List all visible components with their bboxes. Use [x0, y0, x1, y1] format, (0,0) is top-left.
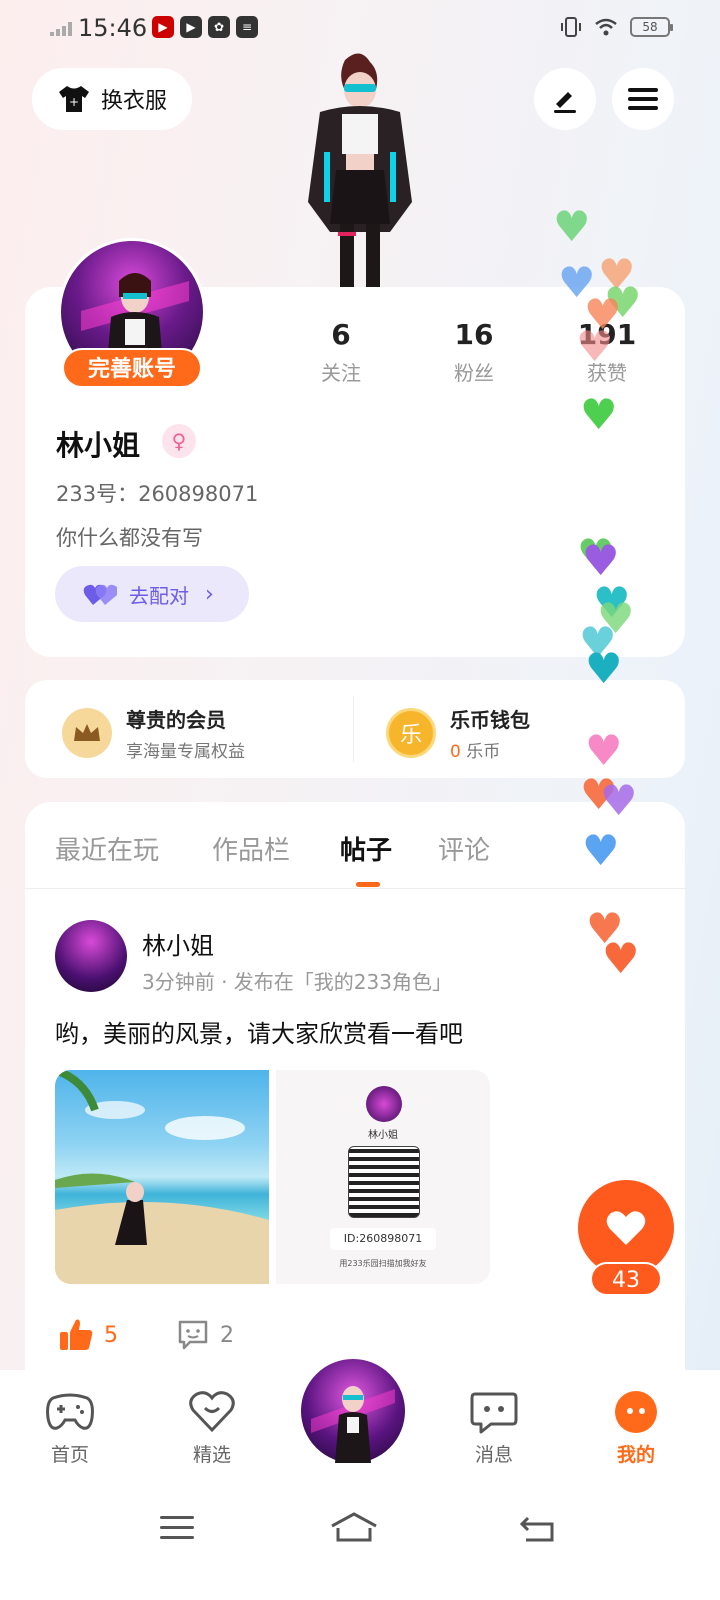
battery-icon: 58: [630, 17, 673, 37]
nav-home-label: 首页: [50, 1444, 89, 1466]
card-hint: 用233乐园扫描加我好友: [339, 1259, 427, 1268]
tab-works[interactable]: 作品栏: [212, 830, 290, 867]
heart-icon: ♥: [553, 202, 591, 251]
qr-code: [348, 1146, 420, 1218]
app-notification-icon: ▶: [152, 16, 174, 38]
stat-following[interactable]: 6 关注: [286, 318, 396, 386]
nav-featured[interactable]: 精选: [172, 1390, 252, 1467]
signal-icon: [50, 22, 72, 36]
comment-icon: [178, 1320, 208, 1350]
gamepad-icon: [46, 1393, 94, 1430]
profile-bio: 你什么都没有写: [56, 526, 203, 550]
match-button[interactable]: 去配对 ›: [55, 566, 249, 622]
post-like-button[interactable]: 5: [58, 1318, 118, 1352]
followers-label: 粉丝: [454, 361, 494, 385]
tab-recently-played[interactable]: 最近在玩: [55, 830, 159, 867]
heart-icon: [606, 1211, 646, 1245]
nav-messages-label: 消息: [474, 1444, 513, 1466]
nav-messages[interactable]: 消息: [454, 1390, 534, 1467]
member-title: 尊贵的会员: [126, 708, 226, 732]
menu-icon: [628, 88, 658, 110]
card-name: 林小姐: [368, 1130, 398, 1141]
hearts-icon: [83, 584, 117, 605]
coin-icon: 乐: [386, 708, 436, 758]
post-like-count: 5: [104, 1322, 118, 1348]
vip-divider: [353, 696, 354, 762]
status-bar: 15:46 ▶ ▶ ✿ ≡ 58: [0, 0, 720, 56]
match-label: 去配对: [129, 583, 189, 608]
change-outfit-label: 换衣服: [100, 89, 167, 114]
post-text: 哟，美丽的风景，请大家欣赏看一看吧: [55, 1020, 463, 1048]
heart-icon: ♥: [580, 390, 618, 439]
pen-icon: [554, 92, 576, 113]
complete-account-button[interactable]: 完善账号: [62, 348, 202, 388]
heart-icon: ♥: [585, 644, 623, 693]
crown-icon: [62, 708, 112, 758]
heart-icon: ♥: [585, 726, 623, 775]
card-id: ID:260898071: [330, 1228, 436, 1250]
post-image-beach[interactable]: [55, 1070, 269, 1284]
nav-me-label: 我的: [616, 1444, 655, 1466]
post-comment-button[interactable]: 2: [176, 1318, 234, 1352]
wallet-title: 乐币钱包: [450, 708, 530, 732]
tab-indicator: [356, 882, 380, 887]
recent-apps-icon[interactable]: [160, 1512, 196, 1542]
vibrate-icon: [561, 17, 581, 37]
heart-icon: ♥: [600, 776, 638, 825]
heart-icon: ♥: [582, 826, 620, 875]
tab-posts[interactable]: 帖子: [340, 830, 392, 867]
status-time: 15:46: [78, 14, 148, 42]
following-label: 关注: [321, 361, 361, 385]
storage-notification-icon: ≡: [236, 16, 258, 38]
thumbs-up-icon: [60, 1319, 93, 1350]
heart-icon: ♥: [582, 536, 620, 585]
chevron-right-icon: ›: [205, 581, 214, 607]
post-author-avatar[interactable]: [55, 920, 127, 992]
back-icon[interactable]: [520, 1512, 556, 1542]
card-avatar: [366, 1086, 402, 1122]
me-face-icon: [615, 1391, 657, 1433]
svg-text:+: +: [69, 95, 79, 109]
heart-outline-icon: [189, 1391, 235, 1433]
wallet-unit: 乐币: [466, 742, 501, 762]
post-comment-count: 2: [220, 1322, 234, 1348]
user-id: 233号：260898071: [56, 482, 259, 506]
post-meta: 3分钟前 · 发布在「我的233角色」: [142, 970, 452, 994]
nav-featured-label: 精选: [192, 1444, 231, 1466]
tab-comments[interactable]: 评论: [438, 830, 490, 867]
tab-divider: [25, 888, 685, 889]
nav-avatar-center[interactable]: [298, 1356, 408, 1466]
stat-followers[interactable]: 16 粉丝: [419, 318, 529, 386]
member-entry[interactable]: 尊贵的会员 享海量专属权益: [62, 704, 245, 762]
wifi-icon: [595, 18, 617, 36]
wallet-entry[interactable]: 乐 乐币钱包 0 乐币: [386, 704, 530, 762]
pinwheel-notification-icon: ✿: [208, 16, 230, 38]
media-notification-icon: ▶: [180, 16, 202, 38]
menu-button[interactable]: [612, 68, 674, 130]
heart-count: 43: [590, 1262, 662, 1296]
change-outfit-button[interactable]: + 换衣服: [32, 68, 192, 130]
profile-name: 林小姐: [56, 429, 141, 462]
member-subtitle: 享海量专属权益: [126, 742, 245, 762]
female-icon: ♀: [162, 424, 196, 458]
heart-icon: ♥: [576, 322, 614, 371]
chat-icon: [470, 1392, 518, 1434]
heart-icon: ♥: [602, 934, 640, 983]
nav-me[interactable]: 我的: [596, 1390, 676, 1467]
wallet-amount: 0: [450, 742, 461, 762]
edit-profile-button[interactable]: [534, 68, 596, 130]
tshirt-icon: +: [58, 86, 89, 112]
home-icon[interactable]: [330, 1512, 378, 1542]
nav-home[interactable]: 首页: [30, 1390, 110, 1467]
avatar-character[interactable]: [290, 52, 430, 288]
following-count: 6: [331, 318, 351, 351]
post-author-name[interactable]: 林小姐: [142, 926, 214, 961]
followers-count: 16: [454, 318, 494, 351]
